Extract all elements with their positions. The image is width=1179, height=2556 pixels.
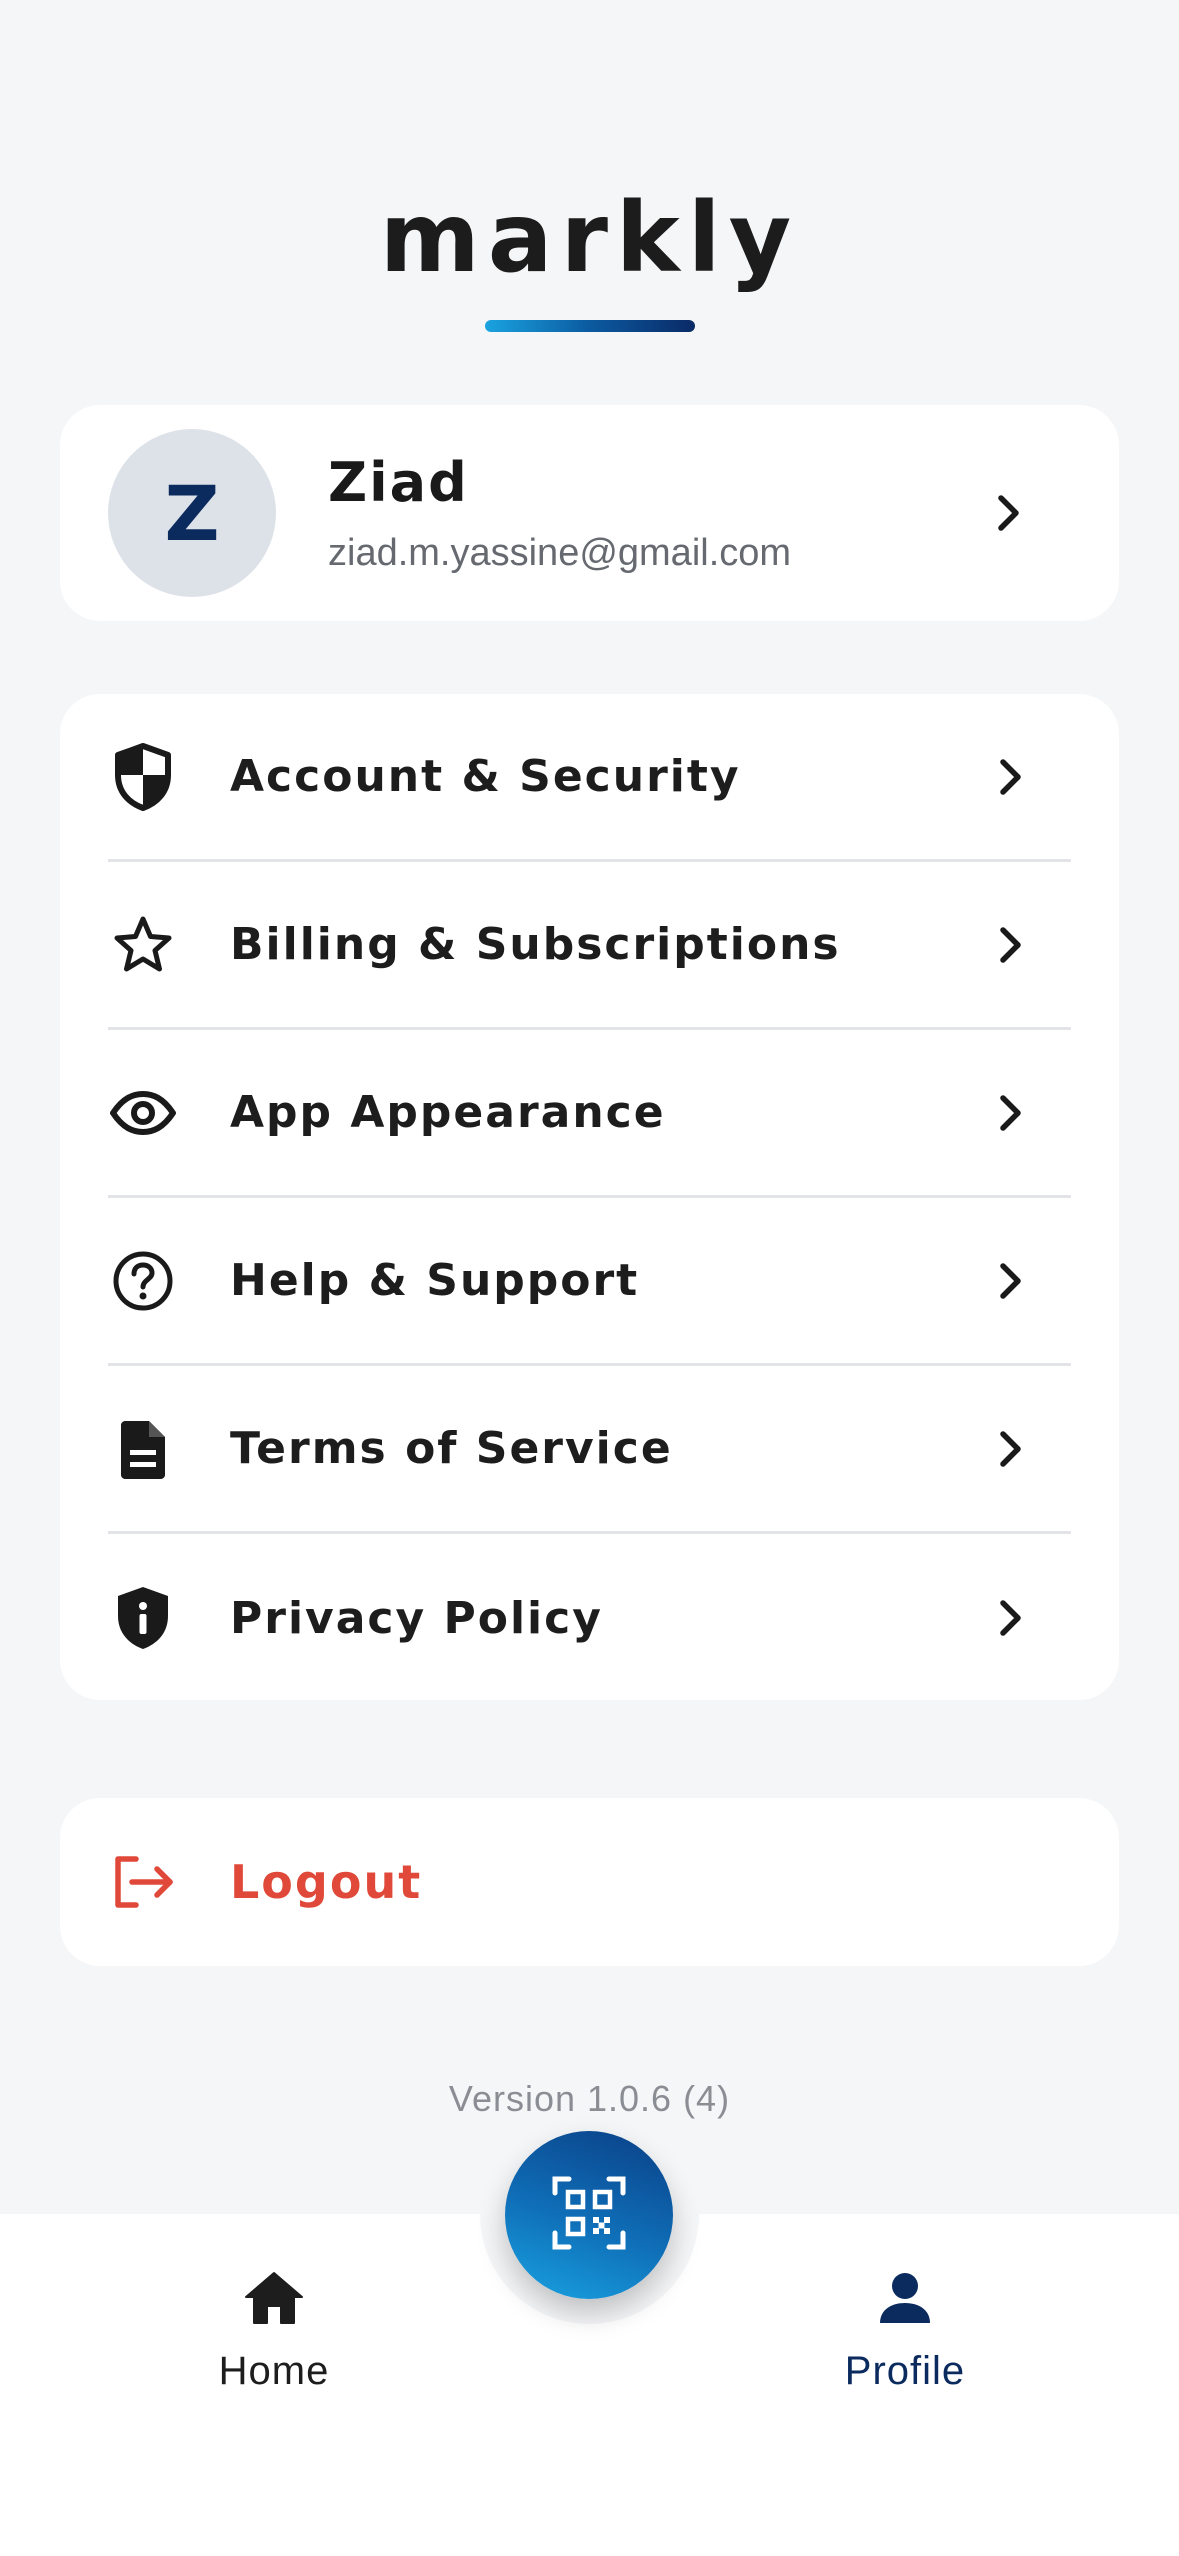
menu-item-billing-subscriptions[interactable]: Billing & Subscriptions <box>108 862 1071 1030</box>
chevron-right-icon <box>981 915 1041 975</box>
profile-email: ziad.m.yassine@gmail.com <box>328 532 792 574</box>
app-logo: markly <box>0 190 1179 332</box>
chevron-right-icon <box>979 483 1039 543</box>
menu-item-privacy-policy[interactable]: Privacy Policy <box>108 1534 1071 1702</box>
profile-info: Ziad ziad.m.yassine@gmail.com <box>328 451 979 575</box>
logout-label: Logout <box>230 1855 423 1909</box>
settings-menu: Account & Security Billing & Subscriptio… <box>60 694 1119 1700</box>
logo-underline <box>484 320 695 332</box>
logout-button[interactable]: Logout <box>60 1798 1119 1966</box>
eye-icon <box>108 1078 178 1148</box>
profile-card[interactable]: Z Ziad ziad.m.yassine@gmail.com <box>60 405 1119 621</box>
menu-label: Help & Support <box>230 1255 640 1306</box>
nav-profile-label: Profile <box>844 2349 966 2393</box>
profile-name: Ziad <box>328 451 469 514</box>
menu-label: Account & Security <box>230 751 741 802</box>
menu-item-account-security[interactable]: Account & Security <box>108 694 1071 862</box>
logo-text: markly <box>379 182 800 294</box>
avatar-initial: Z <box>164 468 220 558</box>
qr-scan-icon <box>551 2175 627 2256</box>
logout-icon <box>108 1847 178 1917</box>
star-outline-icon <box>108 910 178 980</box>
help-circle-icon <box>108 1246 178 1316</box>
app-version: Version 1.0.6 (4) <box>448 2078 731 2119</box>
menu-item-app-appearance[interactable]: App Appearance <box>108 1030 1071 1198</box>
chevron-right-icon <box>981 1083 1041 1143</box>
menu-label: Privacy Policy <box>230 1592 603 1644</box>
nav-home-tab[interactable]: Home <box>144 2270 404 2394</box>
avatar: Z <box>108 429 276 597</box>
chevron-right-icon <box>981 1251 1041 1311</box>
menu-item-help-support[interactable]: Help & Support <box>108 1198 1071 1366</box>
person-icon <box>877 2270 933 2331</box>
document-icon <box>108 1414 178 1484</box>
nav-profile-tab[interactable]: Profile <box>775 2270 1035 2394</box>
qr-scan-button[interactable] <box>505 2131 673 2299</box>
chevron-right-icon <box>981 747 1041 807</box>
home-icon <box>243 2270 305 2331</box>
chevron-right-icon <box>981 1419 1041 1479</box>
nav-home-label: Home <box>218 2349 330 2393</box>
menu-label: Terms of Service <box>230 1423 673 1474</box>
menu-label: App Appearance <box>230 1087 666 1138</box>
shield-info-icon <box>108 1583 178 1653</box>
menu-item-terms-of-service[interactable]: Terms of Service <box>108 1366 1071 1534</box>
menu-label: Billing & Subscriptions <box>230 919 841 970</box>
shield-half-icon <box>108 742 178 812</box>
chevron-right-icon <box>981 1588 1041 1648</box>
